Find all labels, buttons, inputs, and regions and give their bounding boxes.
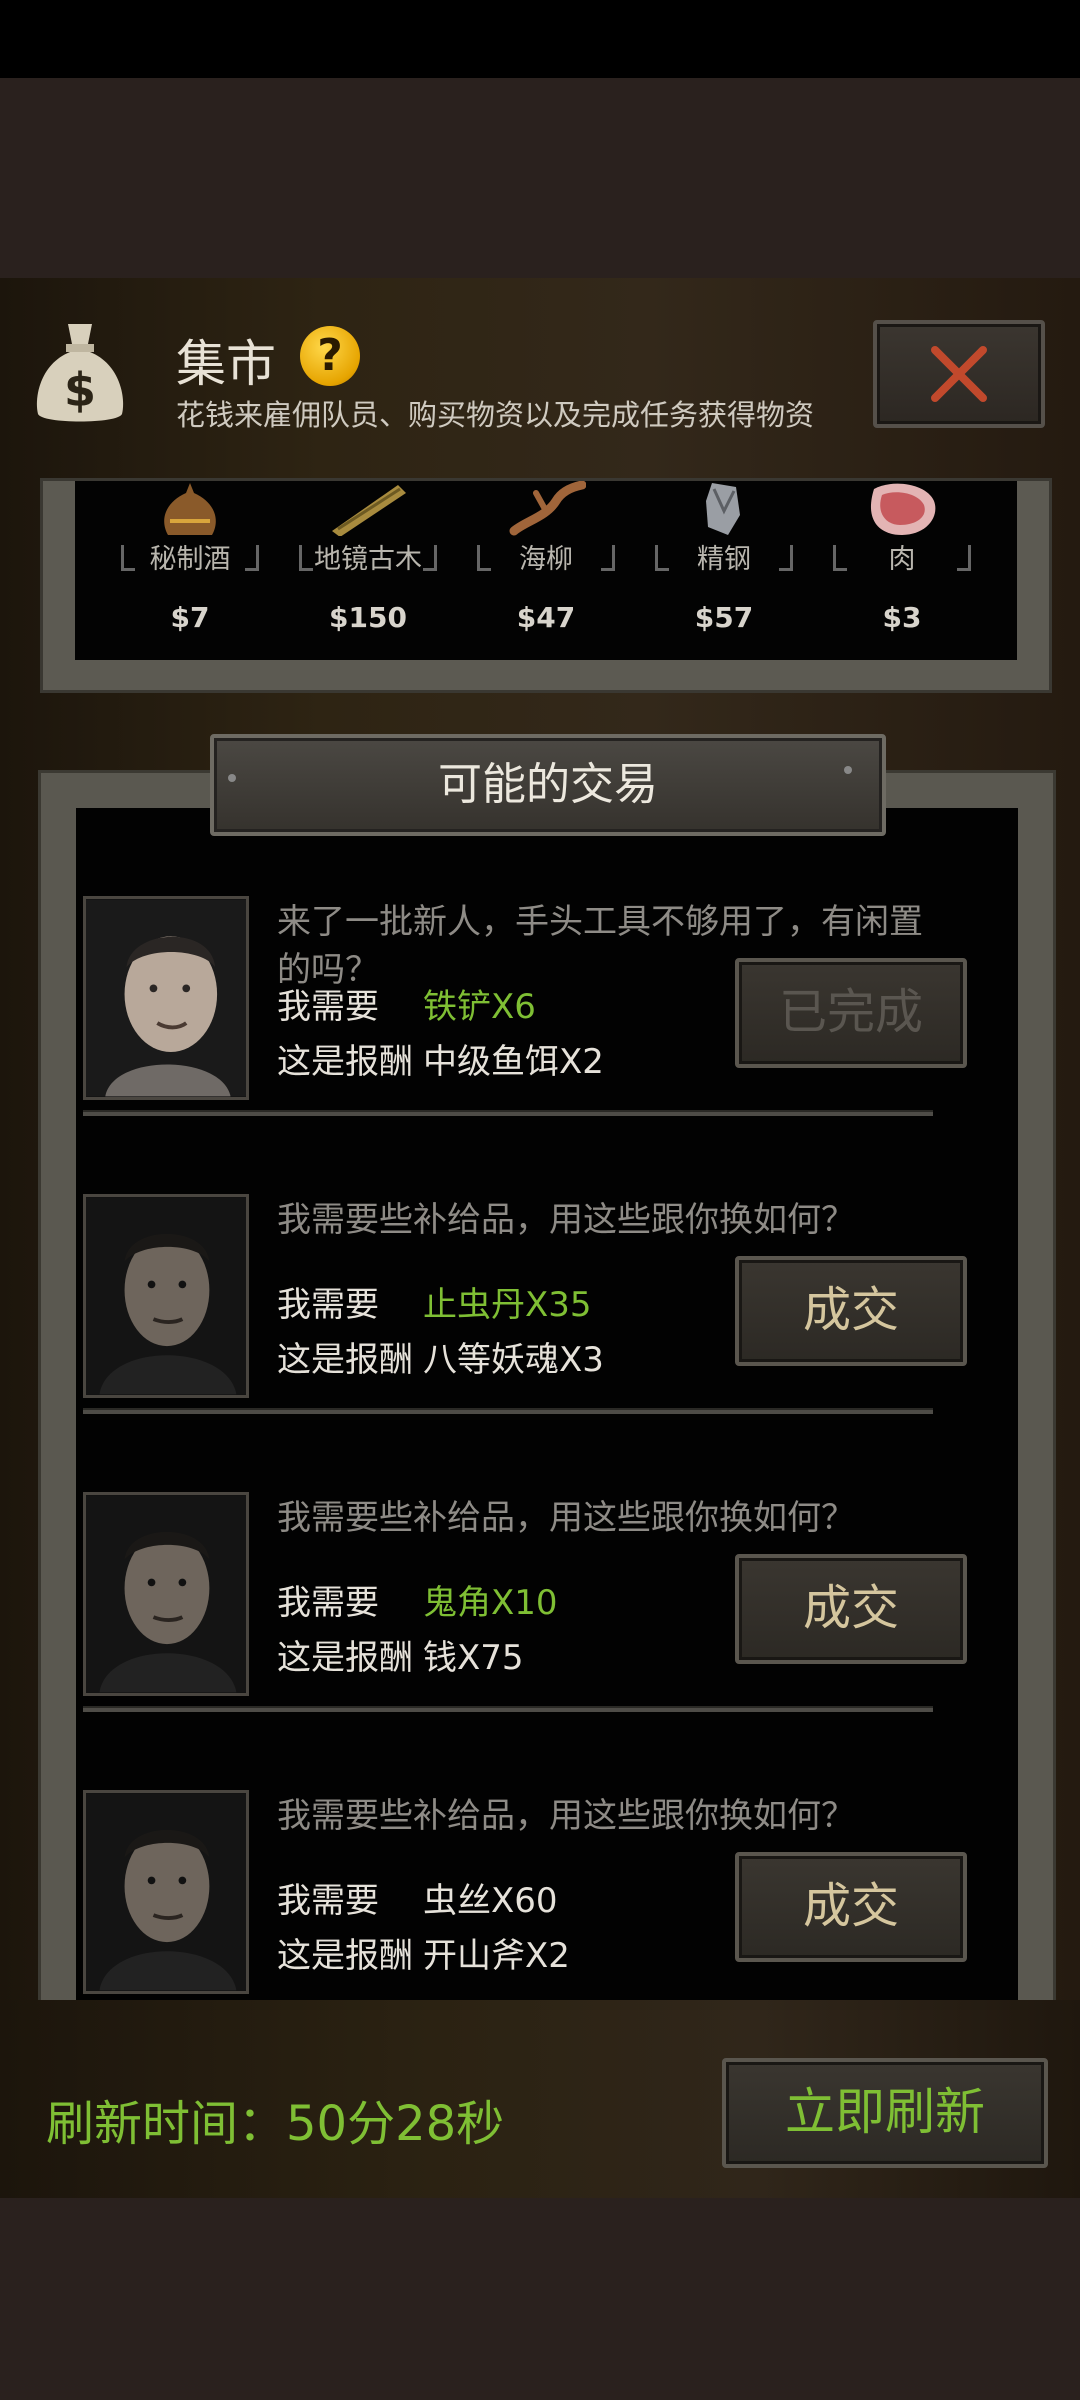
- reward-label: 这是报酬: [277, 1638, 413, 1678]
- shop-item[interactable]: 秘制酒 $7: [115, 481, 265, 660]
- page-subtitle: 花钱来雇佣队员、购买物资以及完成任务获得物资: [176, 398, 815, 432]
- item-price: $57: [694, 601, 754, 634]
- meat-icon: [870, 483, 936, 535]
- status-bar: [0, 0, 1080, 78]
- refresh-now-button[interactable]: 立即刷新: [722, 2058, 1048, 2168]
- deal-button[interactable]: 成交: [735, 1852, 967, 1962]
- refresh-timer: 刷新时间：50分28秒: [46, 2096, 505, 2152]
- svg-text:$: $: [64, 363, 96, 417]
- item-price: $47: [516, 601, 576, 634]
- reward-label: 这是报酬: [277, 1936, 413, 1976]
- need-value: 虫丝X60: [423, 1881, 558, 1921]
- need-label: 我需要: [277, 1583, 379, 1623]
- trade-description: 我需要些补给品，用这些跟你换如何？: [277, 1200, 855, 1240]
- need-label: 我需要: [277, 1881, 379, 1921]
- trade-row: 来了一批新人，手头工具不够用了，有闲置的吗？ 我需要 铁铲X6 这是报酬 中级鱼…: [83, 856, 967, 1116]
- market-header: $ 集市 ? 花钱来雇佣队员、购买物资以及完成任务获得物资: [0, 278, 1080, 483]
- close-icon: [931, 346, 987, 402]
- need-value: 止虫丹X35: [423, 1285, 592, 1325]
- item-shop-list: 秘制酒 $7 地镜古木 $150 海柳 $47 精钢 $57 肉 $3: [75, 481, 1017, 660]
- reward-value: 开山斧X2: [423, 1936, 570, 1976]
- npc-avatar: [83, 896, 249, 1100]
- trade-row: 我需要些补给品，用这些跟你换如何？ 我需要 虫丝X60 这是报酬 开山斧X2 成…: [83, 1750, 967, 2010]
- top-backdrop: [0, 78, 1080, 278]
- trade-row: 我需要些补给品，用这些跟你换如何？ 我需要 止虫丹X35 这是报酬 八等妖魂X3…: [83, 1154, 967, 1414]
- trade-description: 我需要些补给品，用这些跟你换如何？: [277, 1498, 855, 1538]
- trade-row: 我需要些补给品，用这些跟你换如何？ 我需要 鬼角X10 这是报酬 钱X75 成交: [83, 1452, 967, 1712]
- bottom-backdrop: [0, 2198, 1080, 2400]
- shop-item[interactable]: 肉 $3: [827, 481, 977, 660]
- money-bag-icon: $: [36, 324, 124, 422]
- reward-value: 中级鱼饵X2: [423, 1042, 604, 1082]
- item-name: 精钢: [697, 544, 751, 575]
- help-icon[interactable]: ?: [300, 326, 360, 386]
- deal-button[interactable]: 成交: [735, 1256, 967, 1366]
- need-label: 我需要: [277, 987, 379, 1027]
- item-name: 海柳: [519, 544, 573, 575]
- npc-avatar: [83, 1194, 249, 1398]
- trade-description: 我需要些补给品，用这些跟你换如何？: [277, 1796, 855, 1836]
- page-title: 集市: [176, 335, 276, 393]
- close-button[interactable]: [873, 320, 1045, 428]
- sea-willow-icon: [509, 481, 586, 536]
- shop-item[interactable]: 精钢 $57: [649, 481, 799, 660]
- completed-button[interactable]: 已完成: [735, 958, 967, 1068]
- divider: [83, 1110, 933, 1116]
- item-name: 秘制酒: [149, 544, 231, 575]
- market-panel: $ 集市 ? 花钱来雇佣队员、购买物资以及完成任务获得物资 秘制酒 $7 地镜古…: [0, 278, 1080, 2300]
- shop-item[interactable]: 地镜古木 $150: [293, 481, 443, 660]
- item-shop-frame: 秘制酒 $7 地镜古木 $150 海柳 $47 精钢 $57 肉 $3: [40, 478, 1052, 693]
- divider: [83, 1706, 933, 1712]
- ancient-wood-icon: [332, 485, 406, 536]
- npc-avatar: [83, 1492, 249, 1696]
- item-price: $3: [882, 601, 922, 634]
- need-label: 我需要: [277, 1285, 379, 1325]
- item-name: 肉: [888, 544, 916, 575]
- deal-button[interactable]: 成交: [735, 1554, 967, 1664]
- reward-label: 这是报酬: [277, 1042, 413, 1082]
- divider: [83, 1408, 933, 1414]
- item-name: 地镜古木: [314, 544, 422, 575]
- item-price: $150: [329, 601, 407, 634]
- item-price: $7: [170, 601, 210, 634]
- reward-label: 这是报酬: [277, 1340, 413, 1380]
- need-value: 鬼角X10: [423, 1583, 558, 1623]
- reward-value: 钱X75: [423, 1638, 524, 1678]
- steel-ore-icon: [706, 483, 740, 535]
- npc-avatar: [83, 1790, 249, 1994]
- wine-jug-icon: [164, 483, 216, 535]
- trade-section-title: 可能的交易: [438, 759, 658, 810]
- need-value: 铁铲X6: [423, 987, 536, 1027]
- shop-item[interactable]: 海柳 $47: [471, 481, 621, 660]
- trade-title-plate: 可能的交易: [210, 734, 886, 836]
- reward-value: 八等妖魂X3: [423, 1340, 604, 1380]
